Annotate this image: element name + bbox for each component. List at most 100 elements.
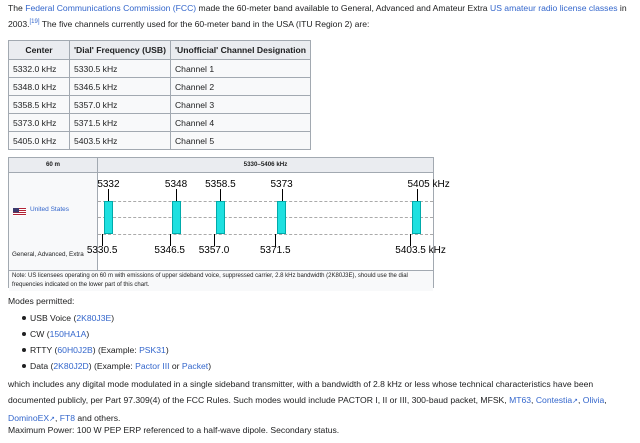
intro-text: The <box>8 3 26 13</box>
center-tick <box>416 189 418 201</box>
center-tick <box>108 189 110 201</box>
center-frequency-label: 5373 <box>270 179 293 190</box>
packet-link[interactable]: Packet <box>182 361 208 371</box>
center-frequency-label: 5358.5 <box>205 179 236 190</box>
table-cell: Channel 1 <box>169 59 312 78</box>
fcc-link[interactable]: Federal Communications Commission (FCC) <box>25 3 196 13</box>
dial-frequency-label: 5357.0 <box>198 245 230 256</box>
channel-band-bottom-line <box>98 234 433 235</box>
channel-bar <box>171 201 181 234</box>
table-cell: Channel 3 <box>169 95 312 114</box>
list-item: CW (150HA1A) <box>22 326 211 342</box>
psk31-link[interactable]: PSK31 <box>139 345 166 355</box>
table-cell: 5358.5 kHz <box>8 95 70 114</box>
emission-code-link[interactable]: 2K80J3E <box>76 313 111 323</box>
table-cell: 5405.0 kHz <box>8 131 70 150</box>
license-classes-label: General, Advanced, Extra <box>12 251 84 258</box>
channel-bar <box>103 201 113 234</box>
reference-19-link[interactable]: [19] <box>30 19 40 25</box>
emission-code-link[interactable]: 60H0J2B <box>57 345 92 355</box>
center-tick <box>281 189 283 201</box>
pactor-iii-link[interactable]: Pactor III <box>135 361 169 371</box>
olivia-link[interactable]: Olivia <box>583 395 605 405</box>
center-frequency-label: 5332 <box>97 179 120 190</box>
us-flag-icon <box>13 208 26 216</box>
channel-band-mid-line <box>98 217 433 218</box>
channel-bar <box>412 201 422 234</box>
link-text: DominoEX <box>8 413 50 423</box>
center-tick <box>176 189 178 201</box>
table-cell: 5332.0 kHz <box>8 59 70 78</box>
center-frequency-label: 5348 <box>164 179 188 190</box>
dial-frequency-label: 5346.5 <box>154 245 185 256</box>
table-cell: 5330.5 kHz <box>69 59 171 78</box>
mode-text: ) <box>165 345 169 355</box>
mode-text: ) <box>208 361 212 371</box>
intro-text: The five channels currently used for the… <box>39 18 370 29</box>
list-item: Data (2K80J2D) (Example: Pactor III or P… <box>22 358 211 374</box>
table-row: 5358.5 kHz 5357.0 kHz Channel 3 <box>8 95 312 114</box>
intro-text: made the 60-meter band available to Gene… <box>196 3 490 13</box>
column-header-channel: 'Unofficial' Channel Designation <box>169 40 312 60</box>
table-cell: Channel 4 <box>169 113 312 132</box>
mode-text: or <box>169 361 182 371</box>
table-cell: 5346.5 kHz <box>69 77 171 96</box>
table-cell: 5371.5 kHz <box>69 113 171 132</box>
table-cell: 5403.5 kHz <box>69 131 171 150</box>
table-cell: Channel 5 <box>169 131 312 150</box>
center-frequency-label: 5405 kHz <box>407 179 450 190</box>
digital-modes-paragraph: which includes any digital mode modulate… <box>8 376 632 428</box>
paragraph-text: and others. <box>75 413 121 423</box>
table-row: 5332.0 kHz 5330.5 kHz Channel 1 <box>8 59 312 78</box>
dominoex-link[interactable]: DominoEX↗ <box>8 413 55 423</box>
channel-band-top-line <box>98 201 433 202</box>
mt63-link[interactable]: MT63 <box>509 395 531 405</box>
united-states-link[interactable]: United States <box>30 206 69 213</box>
table-row: 5373.0 kHz 5371.5 kHz Channel 4 <box>8 113 312 132</box>
contestia-link[interactable]: Contestia↗ <box>536 395 578 405</box>
frequency-range-label: 5330–5406 kHz <box>98 158 433 173</box>
table-cell: 5373.0 kHz <box>8 113 70 132</box>
article-section: The Federal Communications Commission (F… <box>0 0 640 443</box>
table-cell: Channel 2 <box>169 77 312 96</box>
link-text: Contestia <box>535 395 573 405</box>
mode-text: ) (Example: <box>92 345 140 355</box>
chart-note: Note: US licensees operating on 60 m wit… <box>9 270 433 291</box>
table-row: 5405.0 kHz 5403.5 kHz Channel 5 <box>8 131 312 150</box>
band-plan-legend: United States General, Advanced, Extra <box>9 173 98 270</box>
dial-frequency-label: 5403.5 kHz <box>395 245 446 256</box>
table-cell: 5357.0 kHz <box>69 95 171 114</box>
separator: , <box>604 395 607 405</box>
mode-name: Data ( <box>30 361 54 371</box>
dial-frequency-label: 5330.5 <box>86 245 118 256</box>
emission-code-link[interactable]: 150HA1A <box>50 329 87 339</box>
modes-list: USB Voice (2K80J3E) CW (150HA1A) RTTY (6… <box>8 310 211 374</box>
table-row: 5348.0 kHz 5346.5 kHz Channel 2 <box>8 77 312 96</box>
mode-text: ) (Example: <box>88 361 136 371</box>
band-label: 60 m <box>9 158 98 173</box>
mode-text: ) <box>86 329 90 339</box>
ft8-link[interactable]: FT8 <box>60 413 75 423</box>
mode-name: USB Voice ( <box>30 313 77 323</box>
mode-name: CW ( <box>30 329 50 339</box>
column-header-dial: 'Dial' Frequency (USB) <box>69 40 171 60</box>
modes-heading: Modes permitted: <box>8 296 75 306</box>
list-item: USB Voice (2K80J3E) <box>22 310 211 326</box>
channel-plot: 5332 5330.5 5348 5346.5 5358.5 5357.0 5373 5371… <box>87 173 450 270</box>
channel-bar <box>215 201 225 234</box>
channels-table: Center 'Dial' Frequency (USB) 'Unofficia… <box>8 40 312 150</box>
emission-code-link[interactable]: 2K80J2D <box>53 361 88 371</box>
mode-name: RTTY ( <box>30 345 58 355</box>
max-power-paragraph: Maximum Power: 100 W PEP ERP referenced … <box>8 425 340 435</box>
license-classes-link[interactable]: US amateur radio license classes <box>490 3 618 13</box>
center-tick <box>220 189 222 201</box>
column-header-center: Center <box>8 40 70 60</box>
list-item: RTTY (60H0J2B) (Example: PSK31) <box>22 342 211 358</box>
mode-text: ) <box>111 313 115 323</box>
dial-frequency-label: 5371.5 <box>259 245 291 256</box>
channel-bar <box>277 201 287 234</box>
intro-paragraph: The Federal Communications Commission (F… <box>8 1 628 31</box>
band-plan-chart: 60 m 5330–5406 kHz United States General… <box>8 157 450 291</box>
table-cell: 5348.0 kHz <box>8 77 70 96</box>
paragraph-text: which includes any digital mode modulate… <box>8 379 594 405</box>
